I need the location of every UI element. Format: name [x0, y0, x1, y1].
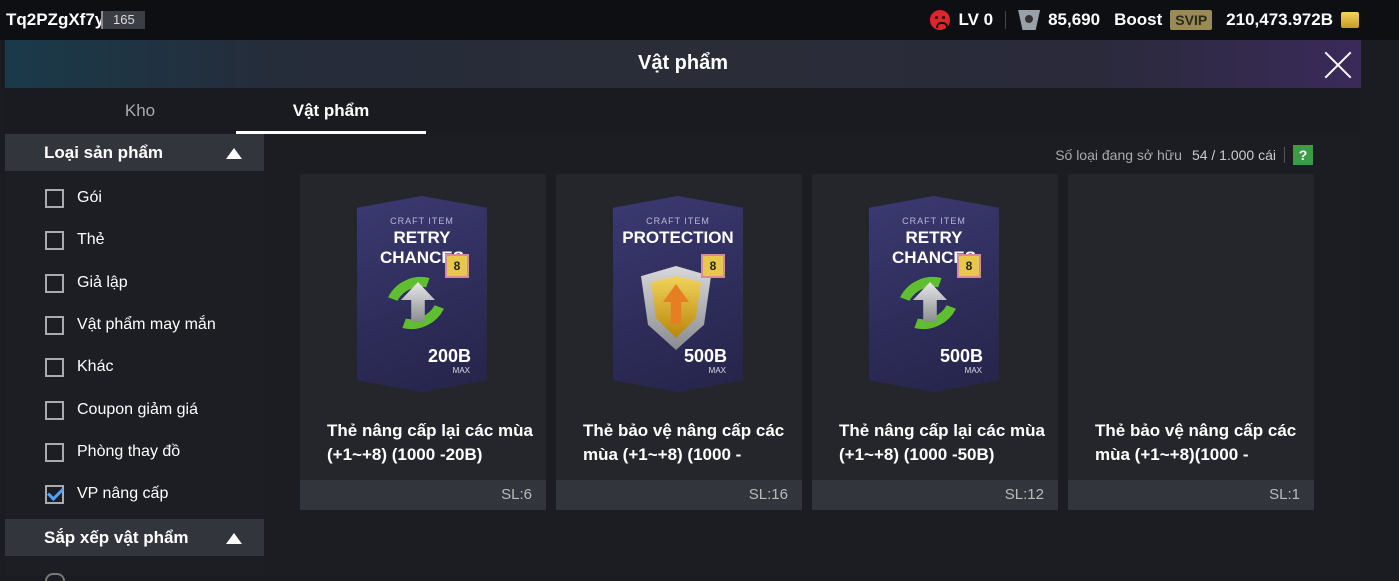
- lv-label: LV 0: [958, 10, 994, 29]
- art-max: MAX: [452, 366, 470, 375]
- divider: [1284, 147, 1285, 163]
- art-value: 500B: [939, 346, 983, 366]
- divider: [1005, 11, 1007, 29]
- points-icon: [1018, 10, 1041, 30]
- art-subtitle: CRAFT ITEM: [646, 216, 710, 226]
- filter-khac[interactable]: Khác: [45, 355, 113, 379]
- item-card[interactable]: CRAFT ITEM RETRY CHANCES 8 500B MAX Thẻ …: [812, 174, 1058, 510]
- panel-header: Vật phẩm: [5, 40, 1361, 88]
- item-name-line2: (+1~+8) (1000 -50B): [839, 445, 995, 464]
- owned-count-row: Số loại đang sở hữu 54 / 1.000 cái ?: [1055, 145, 1313, 165]
- owned-label: Số loại đang sở hữu: [1055, 147, 1182, 163]
- owned-value: 54 / 1.000 cái: [1191, 147, 1276, 163]
- filter-coupon[interactable]: Coupon giảm giá: [45, 398, 198, 422]
- radio-button[interactable]: [45, 573, 65, 581]
- product-type-label: Loại sản phẩm: [44, 143, 164, 162]
- item-card-art: CRAFT ITEM RETRY CHANCES 8 500B MAX: [869, 196, 999, 392]
- item-name-line1: Thẻ nâng cấp lại các mùa: [327, 421, 533, 440]
- filter-the[interactable]: Thẻ: [45, 228, 105, 252]
- checkbox[interactable]: [45, 442, 64, 462]
- item-name: Thẻ nâng cấp lại các mùa (+1~+8) (1000 -…: [327, 419, 537, 467]
- sort-header[interactable]: Sắp xếp vật phẩm: [5, 519, 264, 556]
- art-value: 200B: [427, 346, 471, 366]
- mood-sad-icon: [930, 10, 951, 30]
- checkbox[interactable]: [45, 188, 64, 208]
- item-name: Thẻ bảo vệ nâng cấp các mùa (+1~+8)(1000…: [1095, 419, 1305, 467]
- svip-badge[interactable]: SVIP: [1170, 10, 1213, 30]
- points-value: 85,690: [1048, 10, 1101, 29]
- item-name-line2: mùa (+1~+8)(1000 -: [1095, 445, 1249, 464]
- item-card[interactable]: CRAFT ITEM RETRY CHANCES 8 200B MAX Thẻ …: [300, 174, 546, 510]
- help-icon[interactable]: ?: [1293, 145, 1313, 165]
- filter-sidebar: Loại sản phẩm Gói Thẻ Giả lập Vật phẩm m…: [5, 134, 264, 581]
- art-max: MAX: [964, 366, 982, 375]
- filter-gia-lap[interactable]: Giả lập: [45, 271, 128, 295]
- close-icon[interactable]: [1323, 50, 1353, 80]
- art-value: 500B: [683, 346, 727, 366]
- checkbox[interactable]: [45, 400, 64, 420]
- item-card[interactable]: Thẻ bảo vệ nâng cấp các mùa (+1~+8)(1000…: [1068, 174, 1314, 510]
- filter-label: Giả lập: [77, 274, 128, 291]
- filter-label: Phòng thay đồ: [77, 443, 181, 460]
- filter-phong-thay-do[interactable]: Phòng thay đồ: [45, 440, 180, 464]
- checkbox[interactable]: [45, 230, 64, 250]
- item-name-line1: Thẻ nâng cấp lại các mùa: [839, 421, 1045, 440]
- user-level-badge: 165: [101, 11, 145, 29]
- level-badge: 8: [701, 254, 725, 278]
- retry-arrows-icon: [377, 267, 457, 339]
- item-name-line1: Thẻ bảo vệ nâng cấp các: [583, 421, 785, 440]
- panel-title: Vật phẩm: [637, 52, 729, 74]
- filter-label: Gói: [77, 189, 102, 206]
- coin-icon: [1341, 12, 1359, 28]
- username: Tq2PZgXf7y: [6, 10, 105, 29]
- item-name-line1: Thẻ bảo vệ nâng cấp các: [1095, 421, 1297, 440]
- item-card-art: CRAFT ITEM RETRY CHANCES 8 200B MAX: [357, 196, 487, 392]
- item-quantity: SL:12: [1004, 486, 1044, 503]
- sort-label: Sắp xếp vật phẩm: [44, 528, 189, 547]
- item-name: Thẻ nâng cấp lại các mùa (+1~+8) (1000 -…: [839, 419, 1049, 467]
- product-type-header[interactable]: Loại sản phẩm: [5, 134, 264, 171]
- art-subtitle: CRAFT ITEM: [902, 216, 966, 226]
- boost-label[interactable]: Boost: [1114, 10, 1162, 30]
- status-right: LV 0 85,690 Boost SVIP 210,473.972B: [930, 8, 1359, 32]
- filter-goi[interactable]: Gói: [45, 186, 102, 210]
- collapse-triangle-icon: [226, 533, 242, 544]
- item-quantity: SL:1: [1269, 486, 1300, 503]
- balance-value: 210,473.972B: [1226, 10, 1333, 29]
- art-max: MAX: [708, 366, 726, 375]
- top-status-bar: Tq2PZgXf7y 165 LV 0 85,690 Boost SVIP 21…: [0, 0, 1399, 40]
- item-name-line2: mùa (+1~+8) (1000 -: [583, 445, 742, 464]
- tab-bar: Kho Vật phẩm: [5, 88, 1361, 134]
- checkbox[interactable]: [45, 315, 64, 335]
- items-panel: Vật phẩm Kho Vật phẩm Loại sản phẩm Gói …: [5, 40, 1361, 581]
- item-card[interactable]: CRAFT ITEM PROTECTION 8 500B MAX Thẻ bảo…: [556, 174, 802, 510]
- art-title: PROTECTION: [622, 228, 734, 247]
- item-card-footer: SL:16: [556, 480, 802, 510]
- filter-label: Khác: [77, 358, 114, 375]
- filter-vat-pham-may-man[interactable]: Vật phẩm may mắn: [45, 313, 216, 337]
- item-card-footer: SL:12: [812, 480, 1058, 510]
- checkbox-checked[interactable]: [45, 484, 64, 504]
- art-subtitle: CRAFT ITEM: [390, 216, 454, 226]
- filter-vp-nang-cap[interactable]: VP nâng cấp: [45, 482, 168, 506]
- item-name: Thẻ bảo vệ nâng cấp các mùa (+1~+8) (100…: [583, 419, 793, 467]
- item-card-footer: SL:6: [300, 480, 546, 510]
- items-content: Số loại đang sở hữu 54 / 1.000 cái ? CRA…: [264, 134, 1361, 576]
- collapse-triangle-icon: [226, 148, 242, 159]
- item-quantity: SL:16: [748, 486, 788, 503]
- item-quantity: SL:6: [501, 486, 532, 503]
- item-card-footer: SL:1: [1068, 480, 1314, 510]
- filter-label: Coupon giảm giá: [77, 401, 198, 418]
- checkbox[interactable]: [45, 357, 64, 377]
- tab-kho[interactable]: Kho: [45, 88, 235, 131]
- tab-vat-pham[interactable]: Vật phẩm: [236, 88, 426, 134]
- filter-label: Thẻ: [77, 231, 105, 248]
- item-card-art: CRAFT ITEM PROTECTION 8 500B MAX: [613, 196, 743, 392]
- checkbox[interactable]: [45, 273, 64, 293]
- filter-label: Vật phẩm may mắn: [77, 316, 216, 333]
- retry-arrows-icon: [889, 267, 969, 339]
- item-name-line2: (+1~+8) (1000 -20B): [327, 445, 483, 464]
- filter-label: VP nâng cấp: [77, 485, 169, 502]
